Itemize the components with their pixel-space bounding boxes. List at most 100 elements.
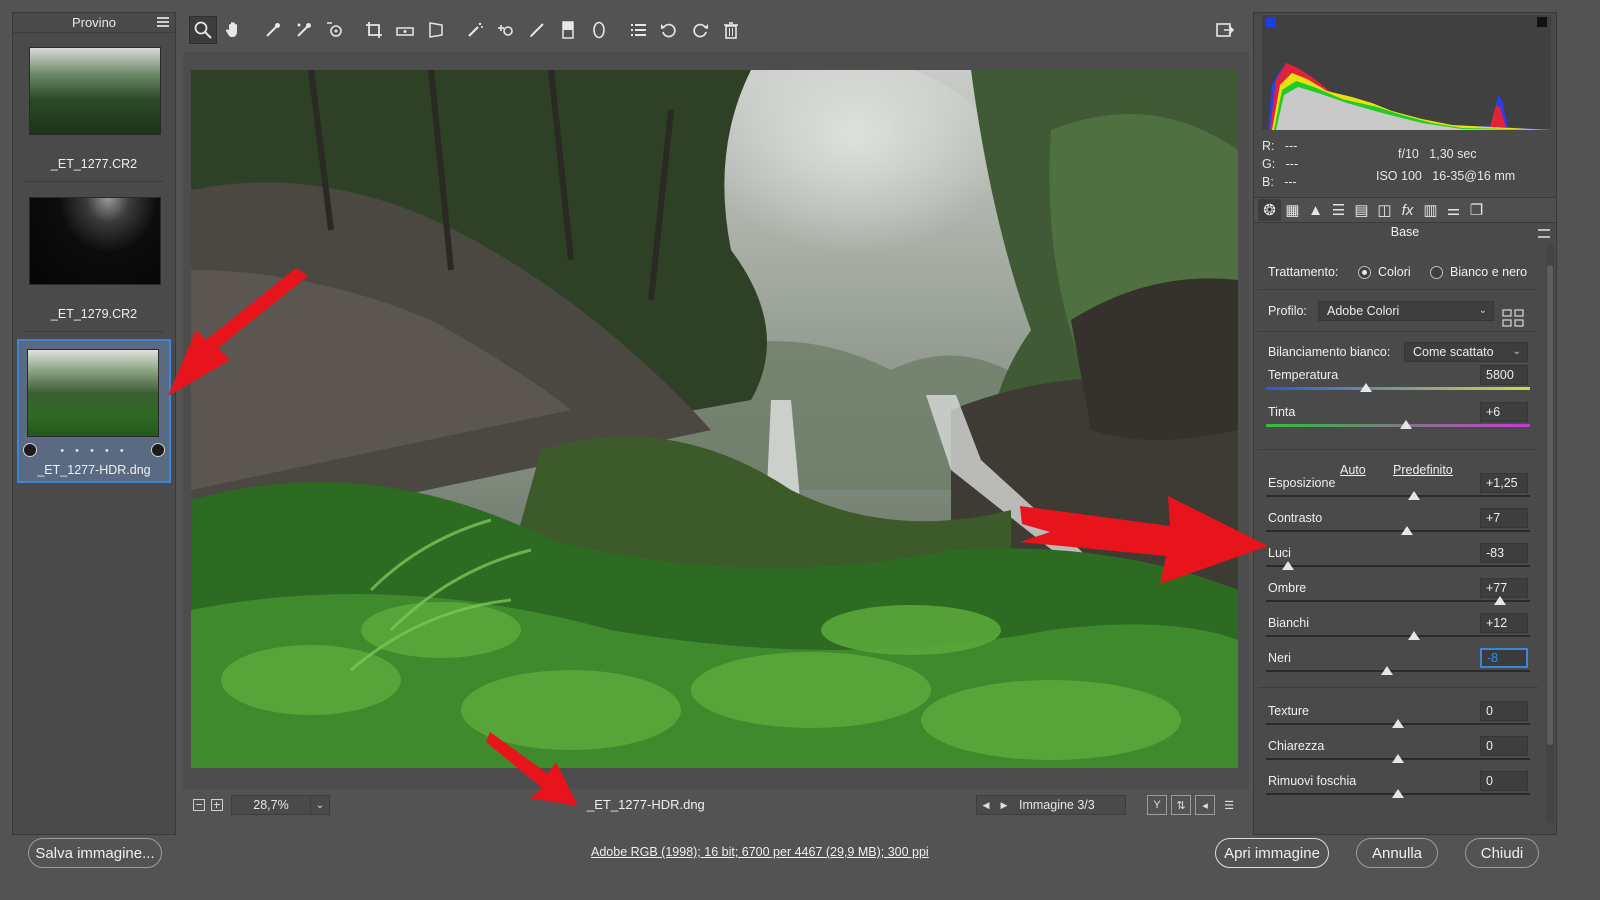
- luci-slider-thumb[interactable]: [1282, 561, 1295, 570]
- bw-option-label: Bianco e nero: [1450, 265, 1528, 279]
- tab-basic-icon[interactable]: ❂: [1258, 199, 1281, 221]
- ombre-value-field[interactable]: +77: [1480, 578, 1528, 598]
- rating-dots[interactable]: • • • • •: [19, 445, 169, 457]
- graduated-filter-tool[interactable]: [554, 16, 582, 44]
- zoom-dropdown[interactable]: ⌄: [310, 795, 330, 815]
- panel-menu-icon[interactable]: [1538, 229, 1550, 238]
- panel-scrollbar[interactable]: [1546, 245, 1554, 823]
- fullscreen-button[interactable]: [1210, 16, 1238, 44]
- rotate-left-button[interactable]: [655, 16, 683, 44]
- texture-slider-thumb[interactable]: [1392, 719, 1404, 728]
- filmstrip-item-1[interactable]: _ET_1277.CR2: [17, 35, 171, 185]
- zoom-level-field[interactable]: 28,7%: [231, 795, 311, 815]
- contrasto-value-field[interactable]: +7: [1480, 508, 1528, 528]
- previous-image-button[interactable]: ◀: [977, 800, 995, 811]
- close-button[interactable]: Chiudi: [1465, 838, 1539, 868]
- cancel-button[interactable]: Annulla: [1356, 838, 1438, 868]
- ombre-slider-track[interactable]: [1266, 600, 1530, 602]
- temperatura-value-field[interactable]: 5800: [1480, 365, 1528, 385]
- before-after-toggle-icon[interactable]: Y: [1147, 795, 1167, 815]
- spot-removal-tool[interactable]: [461, 16, 489, 44]
- transform-tool[interactable]: [422, 16, 450, 44]
- eyedropper-icon: [266, 23, 280, 37]
- tinta-value-field[interactable]: +6: [1480, 402, 1528, 422]
- ombre-slider-thumb[interactable]: [1493, 596, 1506, 605]
- texture-value-field[interactable]: 0: [1480, 701, 1528, 721]
- workflow-options-link[interactable]: Adobe RGB (1998); 16 bit; 6700 per 4467 …: [591, 845, 929, 859]
- tab-tone-curve-icon[interactable]: ▦: [1281, 199, 1304, 221]
- bianchi-slider-thumb[interactable]: [1407, 631, 1420, 640]
- toggle-settings-icon[interactable]: ☰: [1219, 795, 1239, 815]
- profile-browser-icon[interactable]: [1502, 309, 1524, 327]
- neri-slider-thumb[interactable]: [1381, 666, 1394, 675]
- color-sampler-tool[interactable]: [290, 16, 318, 44]
- image-counter: Immagine 3/3: [1019, 798, 1095, 812]
- chiarezza-value-field[interactable]: 0: [1480, 736, 1528, 756]
- tinta-slider-thumb[interactable]: [1399, 420, 1412, 429]
- panel-title: Base: [1390, 225, 1420, 239]
- default-link[interactable]: Predefinito: [1393, 463, 1453, 477]
- tinta-slider-track[interactable]: [1266, 424, 1530, 427]
- white-balance-tool[interactable]: [259, 16, 287, 44]
- neri-slider-track[interactable]: [1266, 670, 1530, 672]
- radial-filter-tool[interactable]: [585, 16, 613, 44]
- tab-effects-icon[interactable]: fx: [1396, 199, 1419, 221]
- image-canvas[interactable]: [183, 52, 1249, 789]
- esposizione-slider-track[interactable]: [1266, 495, 1530, 497]
- tab-presets-icon[interactable]: ⚌: [1442, 199, 1465, 221]
- tab-lens-icon[interactable]: ◫: [1373, 199, 1396, 221]
- bianchi-slider-track[interactable]: [1266, 635, 1530, 637]
- bw-radio[interactable]: [1430, 266, 1443, 279]
- zoom-tool[interactable]: [189, 16, 217, 44]
- luci-value-field[interactable]: -83: [1480, 543, 1528, 563]
- straighten-tool[interactable]: [391, 16, 419, 44]
- tab-hsl-icon[interactable]: ☰: [1327, 199, 1350, 221]
- tab-detail-icon[interactable]: ▲: [1304, 199, 1327, 221]
- neri-value-field[interactable]: -8: [1480, 648, 1528, 668]
- tab-calibration-icon[interactable]: ▥: [1419, 199, 1442, 221]
- auto-link[interactable]: Auto: [1340, 463, 1366, 477]
- contrasto-slider-thumb[interactable]: [1401, 526, 1414, 535]
- annotation-arrow-left: [168, 268, 308, 396]
- color-radio[interactable]: [1358, 266, 1371, 279]
- rimuovi-foschia-slider-thumb[interactable]: [1392, 789, 1404, 798]
- chevron-down-icon: ⌄: [1478, 305, 1487, 316]
- histogram-graph: [1266, 17, 1551, 130]
- filmstrip-menu-icon[interactable]: [157, 17, 169, 27]
- hand-tool[interactable]: [220, 16, 248, 44]
- tab-snapshots-icon[interactable]: ❐: [1465, 199, 1488, 221]
- delete-button[interactable]: [717, 16, 745, 44]
- copy-settings-icon[interactable]: ◂: [1195, 795, 1215, 815]
- adjustment-brush-tool[interactable]: [523, 16, 551, 44]
- bianchi-value-field[interactable]: +12: [1480, 613, 1528, 633]
- chiarezza-slider-thumb[interactable]: [1392, 754, 1404, 763]
- rimuovi-foschia-value-field[interactable]: 0: [1480, 771, 1528, 791]
- zoom-out-button[interactable]: [193, 799, 205, 811]
- filmstrip-item-2[interactable]: _ET_1279.CR2: [17, 185, 171, 335]
- profile-value: Adobe Colori: [1327, 304, 1400, 318]
- save-image-button[interactable]: Salva immagine...: [28, 838, 162, 868]
- esposizione-value-field[interactable]: +1,25: [1480, 473, 1528, 493]
- swap-settings-icon[interactable]: ⇅: [1171, 795, 1191, 815]
- contrasto-slider-track[interactable]: [1266, 530, 1530, 532]
- white-balance-select[interactable]: Come scattato ⌄: [1404, 342, 1528, 362]
- thumbnail-filename: _ET_1279.CR2: [50, 307, 138, 321]
- zoom-in-button[interactable]: [211, 799, 223, 811]
- scrollbar-thumb[interactable]: [1547, 265, 1553, 745]
- red-eye-tool[interactable]: [492, 16, 520, 44]
- histogram: [1262, 15, 1551, 130]
- tab-split-toning-icon[interactable]: ▤: [1350, 199, 1373, 221]
- rotate-right-button[interactable]: [686, 16, 714, 44]
- next-image-button[interactable]: ▶: [995, 800, 1013, 811]
- open-image-button[interactable]: Apri immagine: [1215, 838, 1329, 868]
- filmstrip-item-3[interactable]: • • • • • _ET_1277-HDR.dng: [17, 339, 171, 483]
- profile-select[interactable]: Adobe Colori ⌄: [1318, 301, 1494, 321]
- preferences-button[interactable]: [624, 16, 652, 44]
- temperatura-slider-track[interactable]: [1266, 387, 1530, 390]
- luci-slider-track[interactable]: [1266, 565, 1530, 567]
- crop-tool[interactable]: [360, 16, 388, 44]
- temperatura-slider-thumb[interactable]: [1360, 383, 1373, 392]
- targeted-adjustment-tool[interactable]: [321, 16, 349, 44]
- esposizione-slider-thumb[interactable]: [1407, 491, 1420, 500]
- filmstrip-panel: Provino _ET_1277.CR2 _ET_1279.CR2 • • • …: [12, 12, 176, 835]
